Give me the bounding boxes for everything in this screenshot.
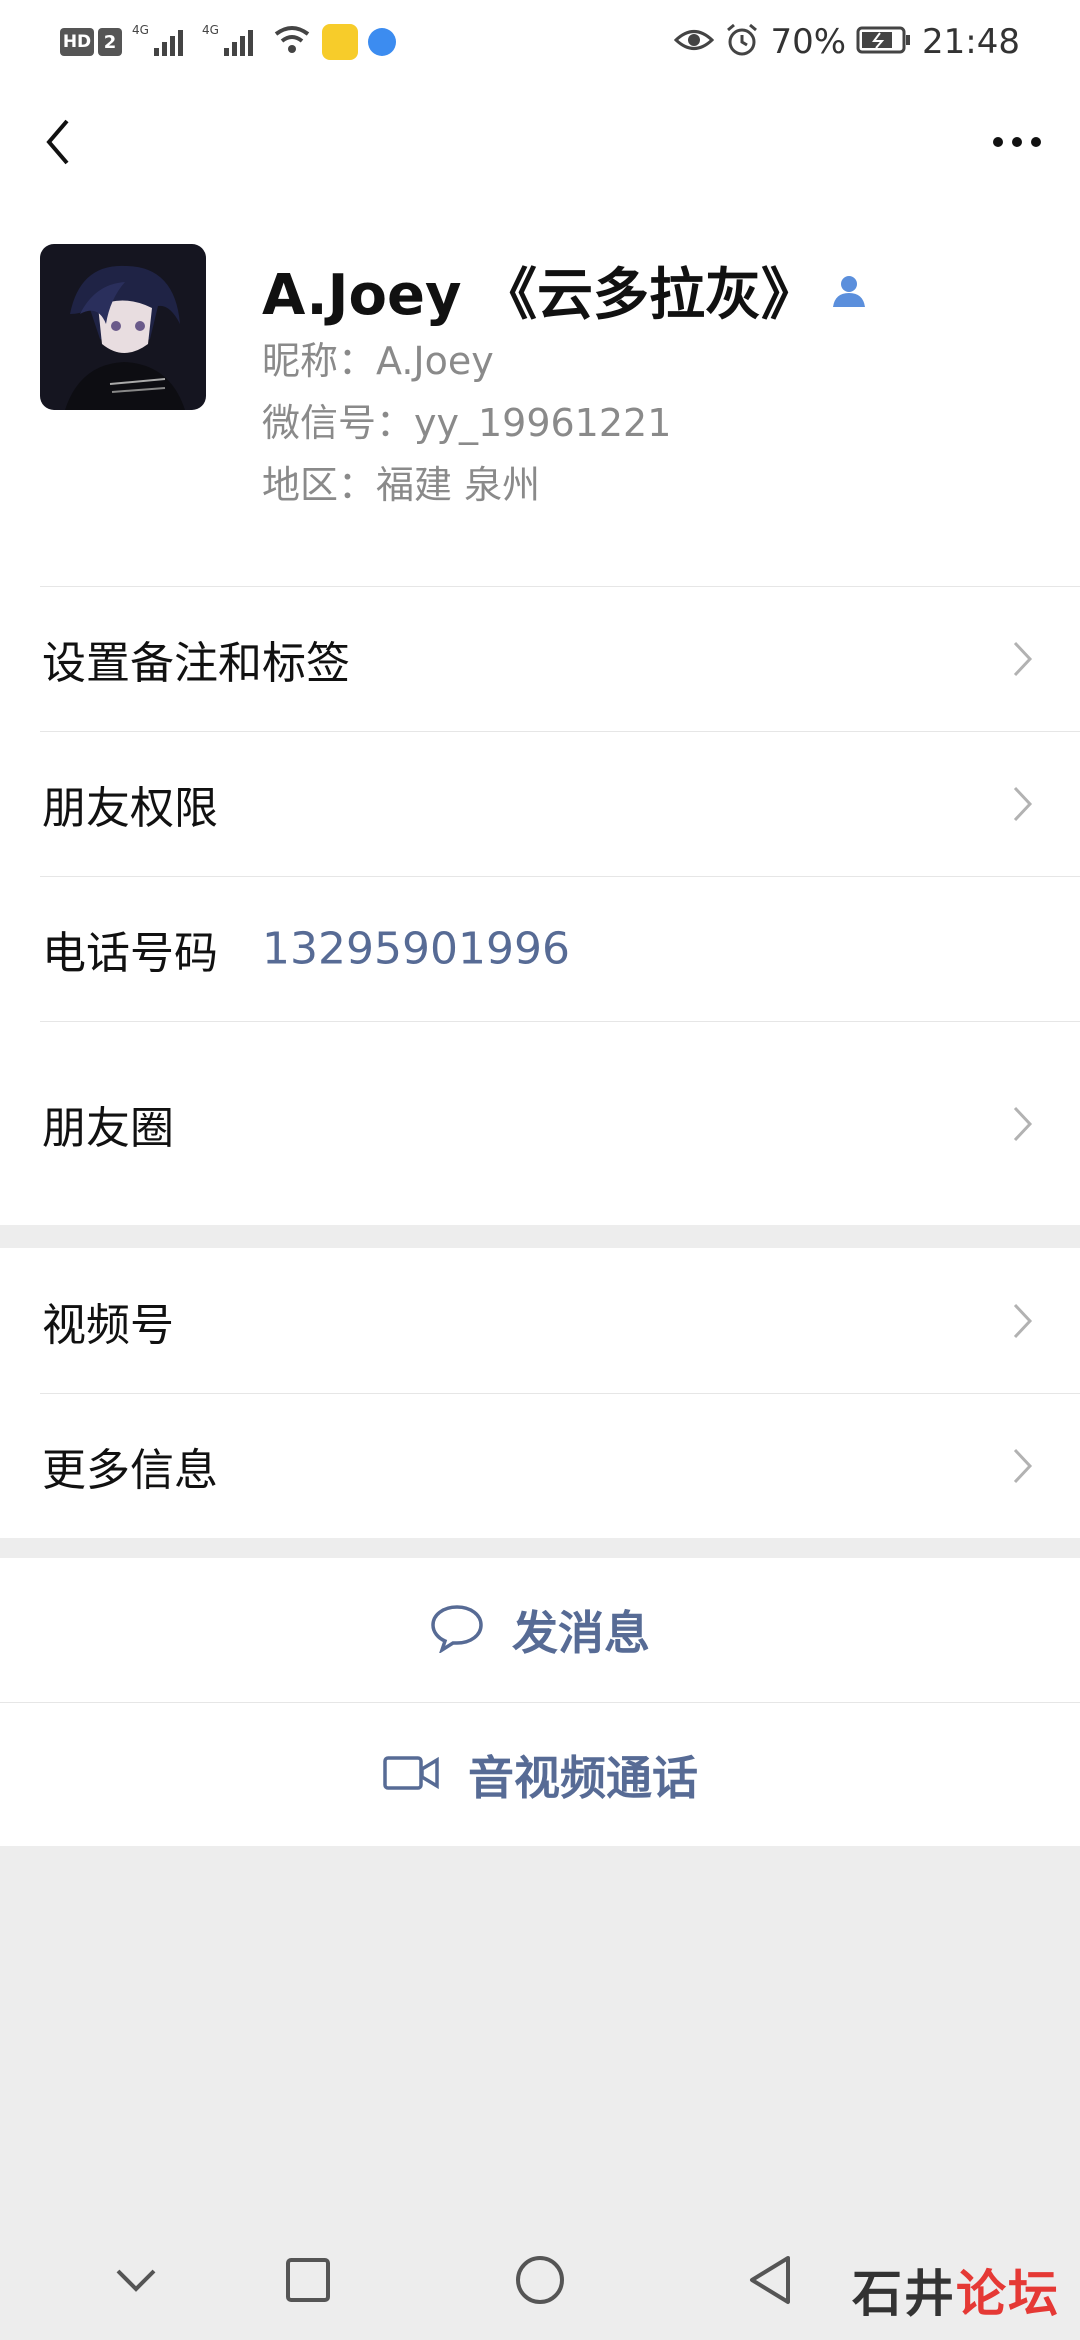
menu-group-1: 设置备注和标签 朋友权限 电话号码 13295901996 朋友圈 (0, 586, 1080, 1225)
moments-row[interactable]: 朋友圈 (40, 1021, 1080, 1225)
back-button[interactable] (28, 112, 88, 172)
battery-icon (856, 25, 912, 59)
watermark-part-1: 石井 (852, 2265, 956, 2323)
sim-badge: 2 (98, 28, 122, 56)
display-name: A.Joey 《云多拉灰》 (262, 263, 817, 328)
send-message-label: 发消息 (512, 1606, 650, 1660)
more-info-label: 更多信息 (42, 1445, 218, 1496)
watermark-part-2: 论坛 (956, 2265, 1060, 2323)
back-nav-button[interactable] (740, 2250, 800, 2310)
chevron-right-icon (1012, 640, 1034, 678)
friend-permissions-row[interactable]: 朋友权限 (40, 731, 1080, 876)
nickname: 昵称：A.Joey (262, 339, 494, 383)
home-button[interactable] (510, 2250, 570, 2310)
avatar[interactable] (40, 244, 206, 410)
channels-row[interactable]: 视频号 (40, 1248, 1080, 1393)
wechat-id: 微信号：yy_19961221 (262, 401, 672, 445)
chevron-down-icon (116, 2269, 156, 2292)
eye-icon (674, 25, 715, 59)
hide-nav-button[interactable] (106, 2250, 166, 2310)
recent-apps-button[interactable] (278, 2250, 338, 2310)
chat-bubble-icon (430, 1603, 484, 1657)
verified-user-icon (829, 271, 869, 311)
status-bar: HD 2 4G 4G 70% 21:48 (0, 0, 1080, 82)
back-arrow-icon (46, 119, 69, 165)
more-info-row[interactable]: 更多信息 (40, 1393, 1080, 1538)
svg-text:4G: 4G (132, 23, 149, 37)
remark-and-tags-row[interactable]: 设置备注和标签 (40, 586, 1080, 731)
battery-percent: 70% (770, 22, 847, 62)
friend-permissions-label: 朋友权限 (42, 783, 218, 834)
more-dots-icon (993, 137, 1041, 147)
forum-watermark: 石井论坛 (852, 2254, 1060, 2326)
app-notification-icon (322, 24, 358, 60)
svg-text:4G: 4G (202, 23, 219, 37)
name-row: A.Joey 《云多拉灰》 (262, 250, 869, 331)
hd-badge: HD (60, 28, 94, 56)
chevron-right-icon (1012, 785, 1034, 823)
triangle-back-icon (750, 2256, 790, 2304)
system-navigation-bar: 石井论坛 (0, 2220, 1080, 2340)
menu-group-2: 视频号 更多信息 (0, 1248, 1080, 1538)
chevron-right-icon (1012, 1302, 1034, 1340)
browser-notification-icon (368, 28, 396, 56)
phone-number-row[interactable]: 电话号码 13295901996 (40, 876, 1080, 1021)
channels-label: 视频号 (42, 1299, 174, 1351)
profile-header: A.Joey 《云多拉灰》 昵称：A.Joey 微信号：yy_19961221 … (0, 202, 1080, 586)
signal-icon-2: 4G (202, 22, 262, 62)
wifi-icon (272, 22, 312, 62)
alarm-icon (724, 22, 760, 62)
chevron-right-icon (1012, 1447, 1034, 1485)
moments-label: 朋友圈 (42, 1102, 174, 1154)
region: 地区：福建 泉州 (262, 463, 541, 507)
video-call-label: 音视频通话 (468, 1750, 698, 1805)
send-message-button[interactable]: 发消息 (0, 1558, 1080, 1702)
circle-icon (516, 2256, 564, 2304)
clock: 21:48 (922, 22, 1020, 62)
status-right: 70% 21:48 (674, 20, 1020, 64)
square-icon (286, 2258, 330, 2302)
more-options-button[interactable] (982, 112, 1052, 172)
phone-number-value[interactable]: 13295901996 (262, 924, 570, 975)
top-nav (0, 82, 1080, 202)
remark-and-tags-label: 设置备注和标签 (42, 638, 350, 689)
signal-icon: 4G (132, 22, 192, 62)
video-call-button[interactable]: 音视频通话 (0, 1702, 1080, 1846)
chevron-right-icon (1012, 1105, 1034, 1143)
status-left: HD 2 4G 4G (60, 20, 396, 64)
phone-number-label: 电话号码 (42, 928, 218, 979)
video-camera-icon (382, 1753, 440, 1797)
